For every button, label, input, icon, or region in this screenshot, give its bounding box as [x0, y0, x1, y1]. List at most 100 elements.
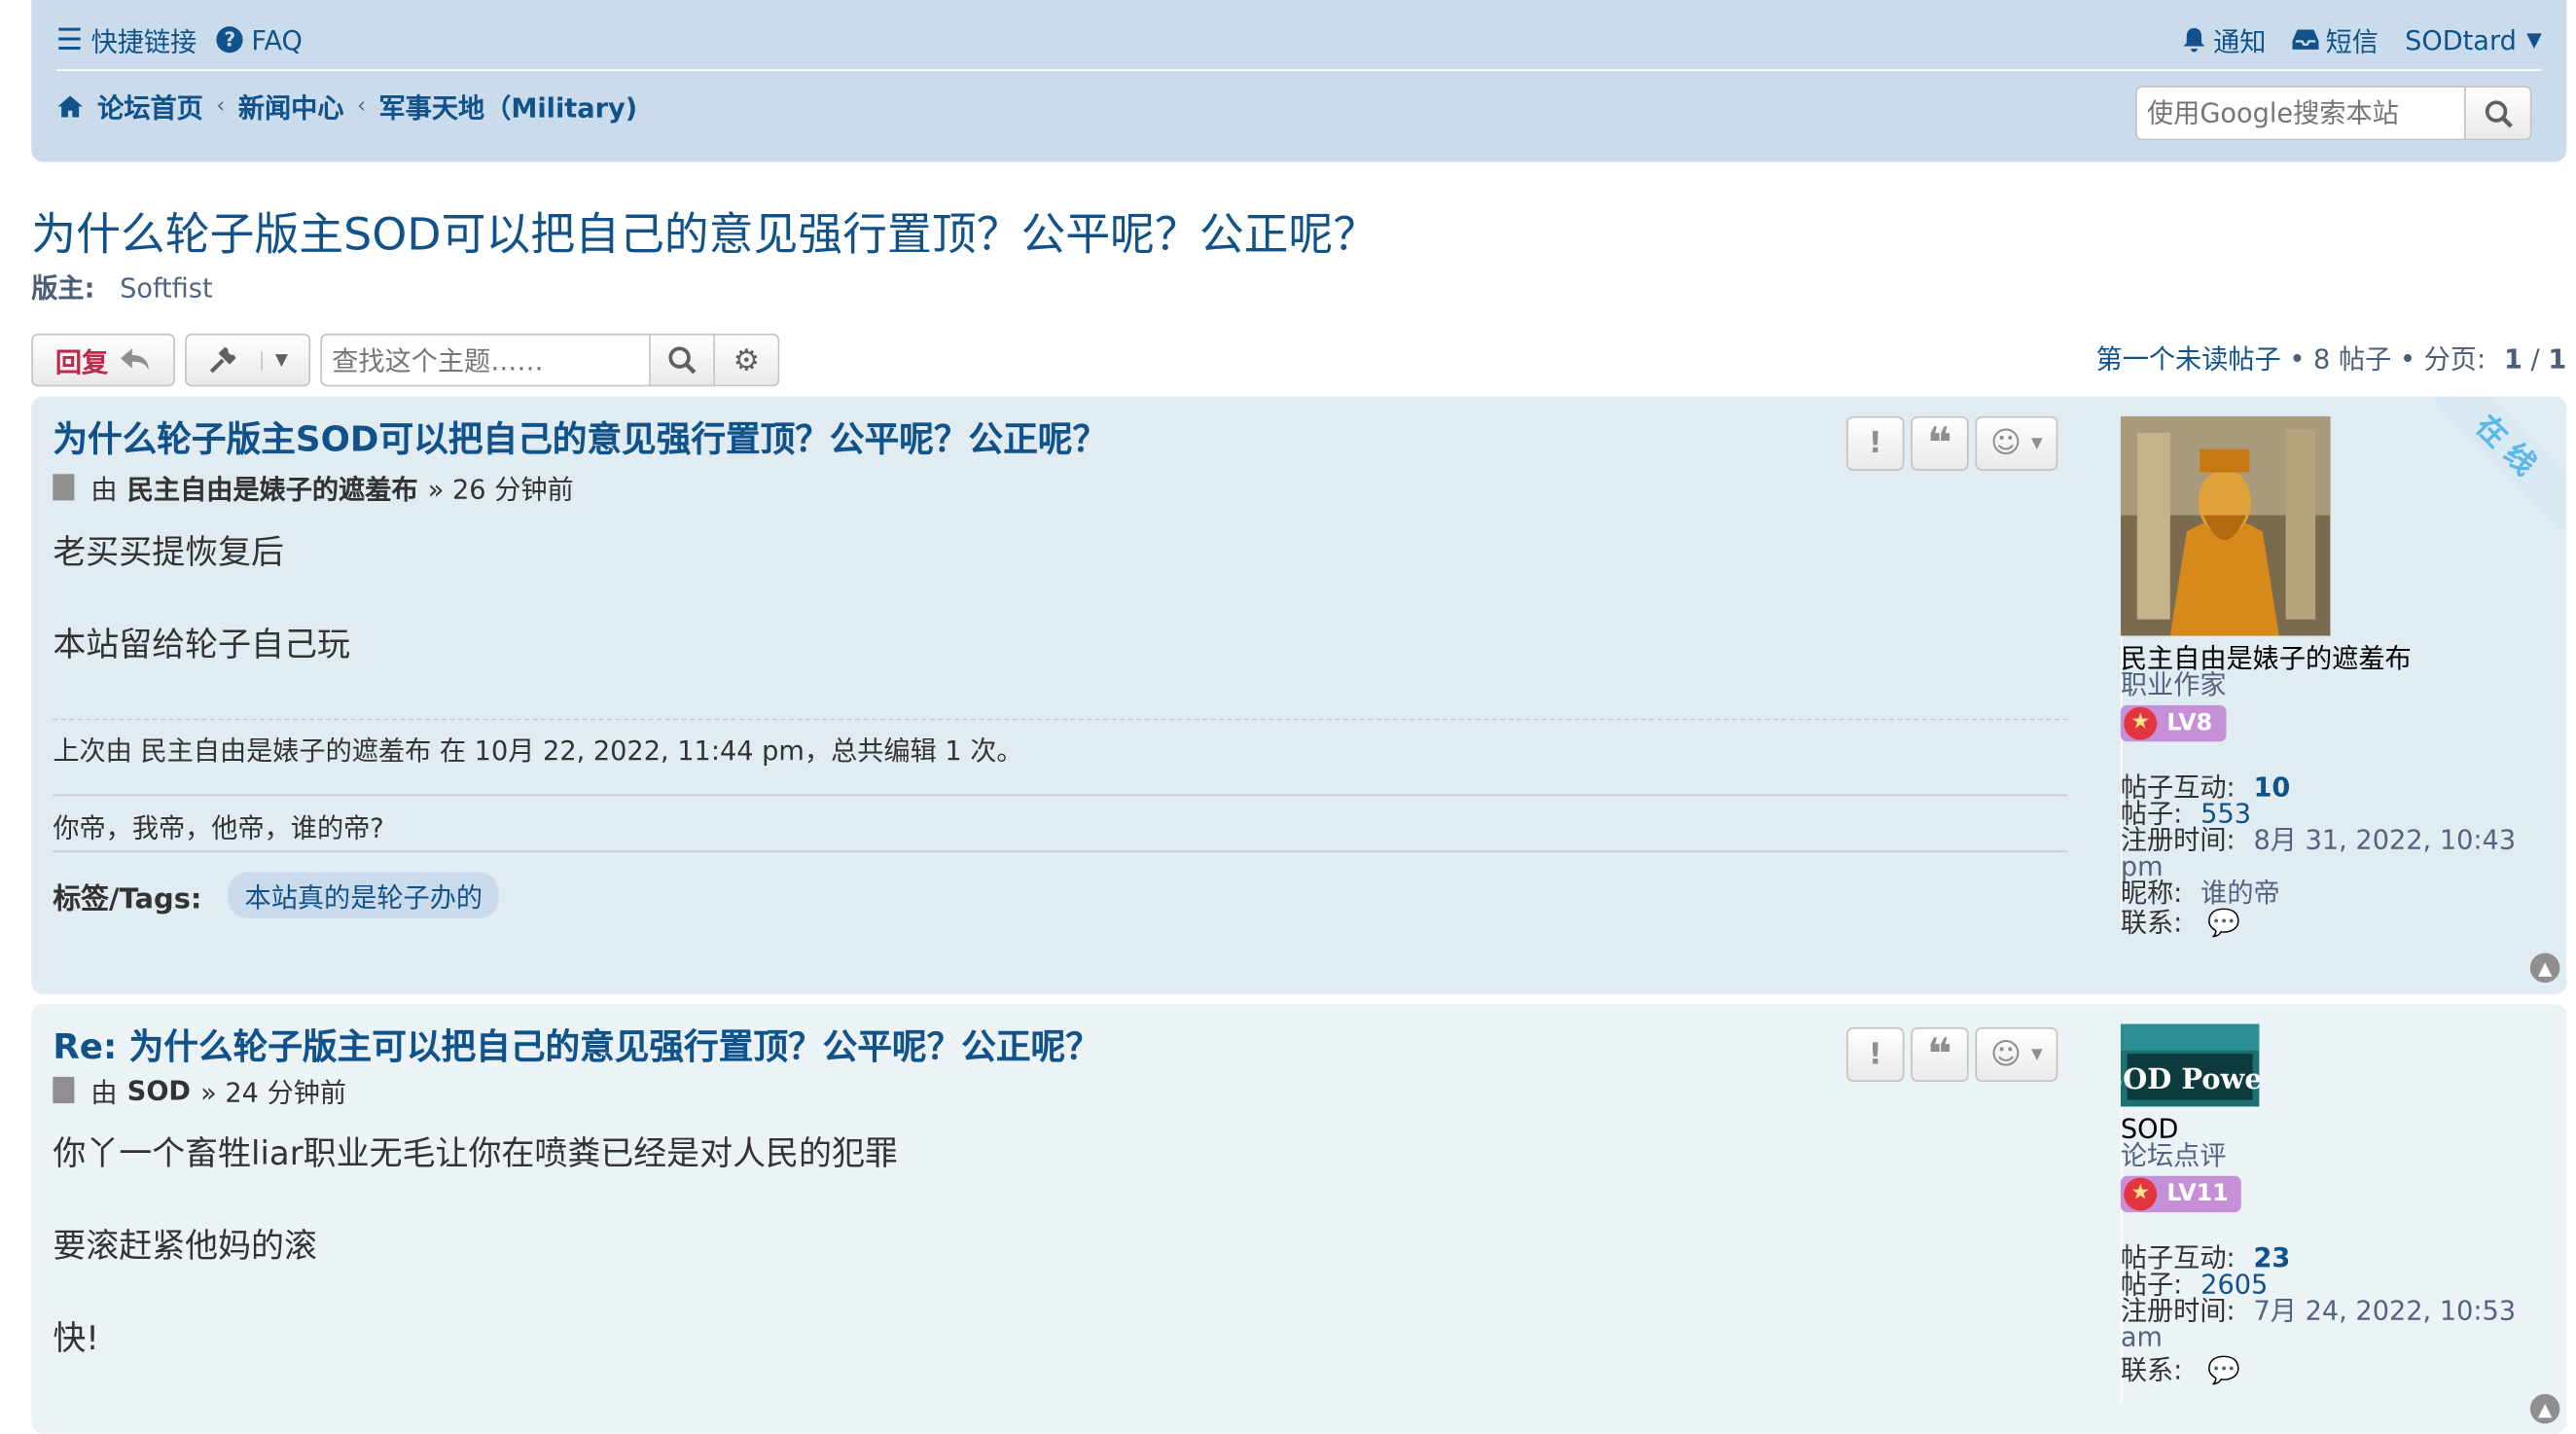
report-button[interactable]: !	[1846, 1026, 1905, 1082]
tags-row: 标签/Tags: 本站真的是轮子办的	[53, 872, 500, 918]
reaction-button[interactable]: ☺ ▼	[1975, 1026, 2058, 1082]
post-buttons: ! ❝ ☺ ▼	[1846, 1026, 2058, 1082]
question-icon: ?	[216, 26, 243, 54]
profile-rank: 职业作家	[2120, 668, 2227, 700]
profile-nickname: 谁的帝	[2200, 877, 2280, 909]
post-profile: 民主自由是婊子的遮羞布 职业作家 ★ LV8 帖子互动: 10 帖子: 553 注…	[2120, 415, 2542, 939]
back-to-top-icon[interactable]: ▲	[2529, 1393, 2560, 1424]
avatar[interactable]: SOD Power	[2102, 1023, 2278, 1107]
quote-icon: ❝	[1926, 418, 1952, 469]
tags-divider	[53, 850, 2068, 853]
post-author[interactable]: 民主自由是婊子的遮羞布	[127, 467, 418, 507]
smile-icon: ☺	[1989, 426, 2021, 461]
smile-icon: ☺	[1989, 1037, 2021, 1072]
site-search-button[interactable]	[2465, 86, 2532, 141]
reply-button[interactable]: 回复	[31, 333, 175, 387]
notifications-label: 通知	[2213, 26, 2267, 58]
site-search-input[interactable]	[2135, 86, 2466, 141]
messages-link[interactable]: 短信	[2292, 19, 2379, 59]
quicklinks-menu[interactable]: ☰ 快捷链接	[56, 19, 197, 59]
page-current: 1	[2503, 343, 2522, 376]
file-icon[interactable]	[53, 1076, 75, 1104]
moderator-label: 版主:	[31, 272, 95, 305]
signature: 你帝，我帝，他帝，谁的帝?	[53, 812, 384, 844]
post-meta: 由 民主自由是婊子的遮羞布 » 26 分钟前	[53, 467, 574, 507]
contact-icon[interactable]: 💬	[2207, 907, 2240, 938]
level-badge: ★ LV11	[2120, 1175, 2242, 1213]
nav-divider	[55, 69, 2542, 72]
chevron-left-icon: ‹	[357, 92, 366, 119]
report-button[interactable]: !	[1846, 415, 1905, 471]
breadcrumb-home[interactable]: 论坛首页	[97, 86, 203, 125]
reply-label: 回复	[54, 346, 109, 378]
profile-stats: 帖子互动: 10 帖子: 553 注册时间: 8月 31, 2022, 10:4…	[2120, 771, 2517, 939]
tags-label: 标签/Tags:	[53, 882, 202, 916]
post-content-line: 你丫一个畜牲liar职业无毛让你在喷粪已经是对人民的犯罪	[53, 1132, 898, 1173]
topic-search-input[interactable]	[320, 333, 651, 387]
inbox-icon	[2292, 29, 2319, 50]
post-by: 由	[90, 474, 118, 506]
wrench-icon	[209, 346, 235, 374]
post-content-line: 老买买提恢复后	[53, 531, 285, 572]
site-search	[2135, 86, 2532, 141]
post-by: 由	[90, 1076, 118, 1109]
post-content-line: 快!	[53, 1317, 99, 1358]
post-meta: 由 SOD » 24 分钟前	[53, 1070, 346, 1110]
breadcrumb-military[interactable]: 军事天地（Military)	[379, 86, 638, 125]
post-buttons: ! ❝ ☺ ▼	[1846, 415, 2058, 471]
contact-icon[interactable]: 💬	[2207, 1354, 2240, 1385]
breadcrumb-news[interactable]: 新闻中心	[238, 86, 344, 125]
topic-tools-button[interactable]: ▼	[185, 333, 311, 387]
quote-button[interactable]: ❝	[1911, 1026, 1969, 1082]
reaction-button[interactable]: ☺ ▼	[1975, 415, 2058, 471]
faq-link[interactable]: ? FAQ	[216, 23, 303, 55]
moderator-line: 版主: Softfist	[31, 266, 212, 305]
file-icon[interactable]	[53, 474, 75, 501]
quote-button[interactable]: ❝	[1911, 415, 1969, 471]
topic-title[interactable]: 为什么轮子版主SOD可以把自己的意见强行置顶？公平呢？公正呢？	[31, 198, 1377, 263]
post-time: » 26 分钟前	[427, 474, 574, 506]
advanced-search-button[interactable]: ⚙	[715, 333, 780, 387]
tag[interactable]: 本站真的是轮子办的	[228, 872, 500, 918]
gear-icon: ⚙	[733, 342, 761, 377]
level-label: LV11	[2166, 1180, 2229, 1208]
faq-label: FAQ	[251, 23, 303, 55]
post-profile: SOD Power SOD 论坛点评 ★LV11 帖子互动: 23 帖子: 26…	[2102, 1023, 2542, 1385]
user-menu[interactable]: SODtard ▼	[2405, 24, 2542, 55]
top-nav: ☰ 快捷链接 ? FAQ 通知 短信 SODtard ▼	[56, 17, 2542, 63]
exclamation-icon: !	[1868, 1037, 1882, 1072]
page-total: 1	[2548, 343, 2567, 376]
username: SODtard	[2405, 23, 2517, 55]
chevron-left-icon: ‹	[216, 92, 226, 119]
post-content-line: 要滚赶紧他妈的滚	[53, 1225, 317, 1266]
back-to-top-icon[interactable]: ▲	[2529, 952, 2560, 984]
first-unread-link[interactable]: 第一个未读帖子	[2096, 343, 2281, 375]
level-label: LV8	[2166, 710, 2213, 737]
avatar-text: SOD Power	[2121, 1062, 2260, 1095]
exclamation-icon: !	[1868, 426, 1882, 461]
reply-arrow-icon	[120, 348, 148, 371]
post-author[interactable]: SOD	[127, 1074, 191, 1105]
bell-icon	[2183, 27, 2205, 53]
home-icon	[57, 94, 83, 117]
notifications-link[interactable]: 通知	[2182, 19, 2267, 59]
moderator-name[interactable]: Softfist	[120, 272, 213, 304]
topic-search-button[interactable]	[650, 333, 716, 387]
caret-down-icon: ▼	[2031, 435, 2043, 452]
profile-rank: 论坛点评	[2120, 1139, 2227, 1171]
search-icon	[2485, 99, 2513, 127]
post-title[interactable]: Re: 为什么轮子版主可以把自己的意见强行置顶？公平呢？公正呢？	[53, 1021, 1100, 1070]
topic-search: ⚙	[320, 333, 780, 387]
search-icon	[668, 346, 697, 375]
level-badge: ★ LV8	[2120, 704, 2226, 742]
profile-interactions[interactable]: 10	[2254, 771, 2291, 803]
post-title[interactable]: 为什么轮子版主SOD可以把自己的意见强行置顶？公平呢？公正呢？	[53, 412, 1107, 462]
post: 为什么轮子版主SOD可以把自己的意见强行置顶？公平呢？公正呢？ 由 民主自由是婊…	[31, 396, 2567, 995]
avatar[interactable]	[2120, 415, 2331, 636]
post-count: 8 帖子	[2313, 343, 2392, 376]
signature-divider	[53, 794, 2068, 797]
messages-label: 短信	[2325, 26, 2379, 58]
menu-icon: ☰	[55, 21, 84, 57]
pagination-info: 第一个未读帖子 • 8 帖子 • 分页: 1 / 1	[2095, 343, 2567, 376]
quicklinks-label: 快捷链接	[90, 26, 197, 58]
